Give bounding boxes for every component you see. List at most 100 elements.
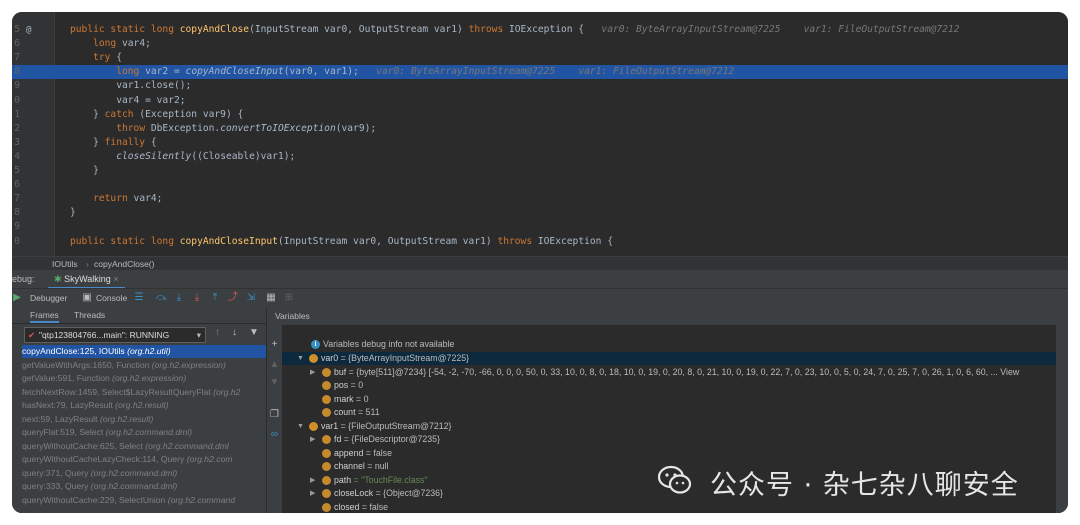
close-icon[interactable]: × — [113, 274, 118, 284]
thread-selector[interactable]: ✔ "qtp123804766...main": RUNNING ▾ — [24, 327, 206, 343]
line-number[interactable]: 3 — [12, 136, 20, 150]
frame-item[interactable]: fetchNextRow:1459, Select$LazyResultQuer… — [22, 386, 266, 399]
expand-down-icon[interactable]: ▼ — [297, 352, 304, 365]
annotation-marker-icon[interactable]: @ — [26, 23, 31, 37]
variables-header: Variables — [267, 307, 1068, 325]
tab-console[interactable]: Console — [96, 289, 127, 307]
tab-threads[interactable]: Threads — [74, 307, 105, 323]
frame-package: (org.h2.result) — [99, 413, 154, 424]
frame-item[interactable]: query:371, Query (org.h2.command.dml) — [22, 467, 266, 480]
variable-icon — [309, 354, 318, 363]
variable-row[interactable]: ▶ buf = {byte[511]@7234} [-54, -2, -70, -… — [267, 366, 1068, 379]
code-line-current[interactable]: 8 long var2 = copyAndCloseInput(var0, va… — [12, 65, 1068, 80]
tab-skywalking[interactable]: ✱ SkyWalking × — [48, 271, 125, 289]
variable-name: channel = null — [334, 461, 389, 471]
variable-row[interactable]: ▶ fd = {FileDescriptor@7235} — [267, 433, 1068, 446]
line-number[interactable]: 7 — [12, 51, 20, 65]
resume-icon[interactable]: ▶ — [12, 292, 22, 304]
frame-item[interactable]: next:59, LazyResult (org.h2.result) — [22, 413, 266, 426]
line-number[interactable]: 6 — [12, 178, 20, 192]
line-number[interactable]: 5 — [12, 23, 20, 37]
line-number[interactable]: 8 — [12, 206, 20, 220]
code-line[interactable]: 9 — [12, 220, 1068, 234]
line-number[interactable]: 6 — [12, 37, 20, 51]
code-line[interactable]: 0 var4 = var2; — [12, 94, 1068, 108]
code-editor[interactable]: 5 @ public static long copyAndClose(InputS… — [12, 12, 1068, 256]
field-icon — [322, 435, 331, 444]
step-out-icon[interactable]: ⤒ — [210, 292, 220, 304]
expand-down-icon[interactable]: ▼ — [297, 420, 304, 433]
line-number[interactable]: 5 — [12, 164, 20, 178]
variable-row[interactable]: pos = 0 — [267, 379, 1068, 392]
down-arrow-icon[interactable]: ↓ — [232, 327, 237, 338]
line-number[interactable]: 0 — [12, 235, 20, 249]
frame-list: copyAndClose:125, IOUtils (org.h2.util) g… — [12, 344, 266, 513]
frame-item[interactable]: queryWithoutCache:625, Select (org.h2.co… — [22, 440, 266, 453]
frame-item[interactable]: queryFlat:519, Select (org.h2.command.dm… — [22, 426, 266, 439]
code-line[interactable]: 1 } catch (Exception var9) { — [12, 108, 1068, 122]
code-line[interactable]: 8} — [12, 206, 1068, 220]
frame-item[interactable]: queryWithoutCacheLazyCheck:114, Query (o… — [22, 453, 266, 466]
step-over-icon[interactable]: ⤼ — [156, 292, 167, 304]
frame-item[interactable]: getValueWithArgs:1650, Function (org.h2.… — [22, 359, 266, 372]
frame-item[interactable]: query:333, Query (org.h2.command.dml) — [22, 480, 266, 493]
down-icon[interactable]: ▼ — [269, 377, 280, 388]
expand-right-icon[interactable]: ▶ — [310, 487, 315, 500]
frame-label: hasNext:79, LazyResult — [22, 400, 116, 410]
frame-item-selected[interactable]: copyAndClose:125, IOUtils (org.h2.util) — [22, 345, 266, 358]
filter-icon[interactable]: ▼ — [249, 327, 259, 338]
run-to-cursor-icon[interactable]: ⇲ — [246, 292, 256, 304]
code-line[interactable]: 7 try { — [12, 51, 1068, 65]
code-line[interactable]: 4 closeSilently((Closeable)var1); — [12, 150, 1068, 164]
field-icon — [322, 394, 331, 404]
check-icon: ✔ — [28, 330, 36, 340]
code-line[interactable]: 7 return var4; — [12, 192, 1068, 206]
tab-frames[interactable]: Frames — [30, 307, 59, 323]
glasses-icon[interactable]: ∞ — [269, 429, 280, 440]
code-line[interactable]: 2 throw DbException.convertToIOException… — [12, 122, 1068, 136]
expand-right-icon[interactable]: ▶ — [310, 366, 315, 379]
breadcrumb-class[interactable]: IOUtils — [52, 257, 78, 271]
variable-row[interactable]: count = 511 — [267, 406, 1068, 419]
variable-row[interactable]: ▼ var1 = {FileOutputStream@7212} — [267, 420, 1068, 433]
code-line[interactable]: 6 long var4; — [12, 37, 1068, 51]
code-line[interactable]: 3 } finally { — [12, 136, 1068, 150]
variable-row[interactable]: ▼ var0 = {ByteArrayInputStream@7225} — [267, 352, 1068, 365]
evaluate-icon[interactable]: ▦ — [266, 292, 276, 304]
copy-icon[interactable]: ❐ — [269, 409, 280, 420]
step-into-icon[interactable]: ⤓ — [174, 292, 184, 304]
code-line[interactable]: 0 public static long copyAndCloseInput(In… — [12, 235, 1068, 249]
line-number[interactable]: 9 — [12, 220, 20, 234]
frame-item[interactable]: hasNext:79, LazyResult (org.h2.result) — [22, 399, 266, 412]
variable-row[interactable]: mark = 0 — [267, 393, 1068, 406]
tab-debugger[interactable]: Debugger — [30, 289, 67, 307]
code-text: var4 = var2; — [70, 94, 186, 106]
line-number[interactable]: 1 — [12, 108, 20, 122]
variables-info: i Variables debug info not available — [267, 338, 1068, 351]
up-icon[interactable]: ▲ — [269, 359, 280, 370]
code-line[interactable]: 5 @ public static long copyAndClose(InputS… — [12, 23, 1068, 37]
variable-value: = false — [359, 501, 389, 512]
line-number[interactable]: 7 — [12, 192, 20, 206]
show-execution-point-icon[interactable]: ☰ — [134, 292, 144, 304]
code-line[interactable]: 9 var1.close(); — [12, 79, 1068, 93]
ide-window: 5 @ public static long copyAndClose(InputS… — [12, 12, 1068, 513]
layout-icon[interactable]: ⊞ — [284, 292, 294, 304]
drop-frame-icon[interactable]: ⤴ — [228, 292, 238, 304]
add-watch-icon[interactable]: + — [269, 339, 280, 350]
line-number[interactable]: 2 — [12, 122, 20, 136]
expand-right-icon[interactable]: ▶ — [310, 474, 315, 487]
line-number[interactable]: 8 — [12, 65, 20, 79]
frame-item[interactable]: queryWithoutCache:229, SelectUnion (org.… — [22, 494, 266, 507]
line-number[interactable]: 9 — [12, 79, 20, 93]
line-number[interactable]: 4 — [12, 150, 20, 164]
force-step-into-icon[interactable]: ⤓ — [192, 292, 202, 304]
line-number[interactable]: 0 — [12, 94, 20, 108]
info-icon: i — [311, 340, 320, 349]
expand-right-icon[interactable]: ▶ — [310, 433, 315, 446]
frame-item[interactable]: getValue:591, Function (org.h2.expressio… — [22, 372, 266, 385]
up-arrow-icon[interactable]: ↑ — [215, 327, 220, 338]
code-line[interactable]: 5 } — [12, 164, 1068, 178]
breadcrumb-method[interactable]: copyAndClose() — [94, 257, 154, 271]
code-line[interactable]: 6 — [12, 178, 1068, 192]
